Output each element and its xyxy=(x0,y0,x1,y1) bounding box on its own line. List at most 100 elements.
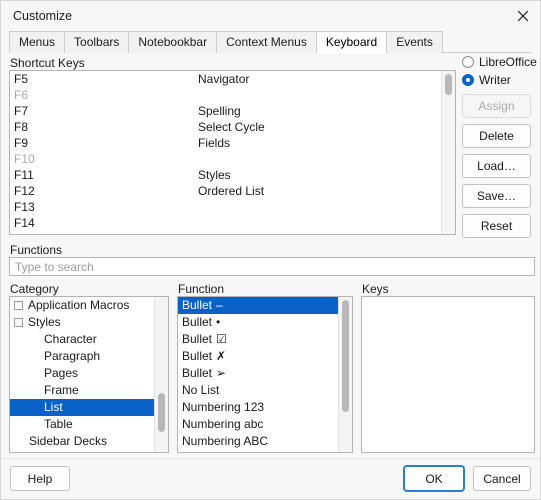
category-row[interactable]: Table xyxy=(10,416,155,433)
category-row[interactable]: Paragraph xyxy=(10,348,155,365)
function-row[interactable]: Numbering abc xyxy=(178,416,339,433)
shortcut-row[interactable]: F12 Ordered List xyxy=(10,183,441,199)
shortcut-row[interactable]: F7 Spelling xyxy=(10,103,441,119)
shortcut-key: F11 xyxy=(14,168,34,182)
category-row-label: Styles xyxy=(28,315,61,329)
scrollbar-thumb[interactable] xyxy=(445,74,452,96)
function-bullet-glyph-icon: – xyxy=(216,298,223,312)
radio-libreoffice[interactable]: LibreOffice xyxy=(462,53,537,70)
function-row-label: Bullet xyxy=(182,315,213,329)
function-row-label: Numbering 123 xyxy=(182,400,265,414)
delete-button[interactable]: Delete xyxy=(462,124,531,148)
category-scrollbar[interactable] xyxy=(154,297,168,452)
shortcut-row[interactable]: F13 xyxy=(10,199,441,215)
shortcut-key: F6 xyxy=(14,88,29,102)
radio-mark-icon xyxy=(462,73,474,86)
search-input[interactable] xyxy=(9,257,535,276)
close-icon[interactable] xyxy=(506,1,540,30)
category-row[interactable]: List xyxy=(10,399,155,416)
shortcut-command: Spelling xyxy=(198,104,241,118)
category-row[interactable]: Application Macros xyxy=(10,297,155,314)
function-bullet-glyph-icon: • xyxy=(216,315,221,329)
shortcut-keys-list[interactable]: F5 Navigator F6 F7 Spelling F8 Select Cycle F9 F… xyxy=(9,70,456,235)
shortcut-command xyxy=(198,87,441,103)
keys-label: Keys xyxy=(362,282,389,296)
category-row-label: Paragraph xyxy=(44,349,101,363)
category-row[interactable]: Frame xyxy=(10,382,155,399)
cancel-button[interactable]: Cancel xyxy=(473,466,531,491)
shortcut-command xyxy=(198,199,441,215)
shortcut-row[interactable]: F8 Select Cycle xyxy=(10,119,441,135)
tab-toolbars[interactable]: Toolbars xyxy=(64,31,130,53)
ok-button[interactable]: OK xyxy=(404,466,464,491)
tab-notebookbar[interactable]: Notebookbar xyxy=(128,31,218,53)
scrollbar-thumb[interactable] xyxy=(342,300,349,412)
tab-menus[interactable]: Menus xyxy=(9,31,66,53)
scope-and-actions: LibreOffice Writer Assign Delete Load… S… xyxy=(462,53,537,238)
function-row[interactable]: No List xyxy=(178,382,339,399)
shortcut-row[interactable]: F9 Fields xyxy=(10,135,441,151)
function-row[interactable]: Bullet – xyxy=(178,297,339,314)
function-rows: Bullet – Bullet • Bullet ☑ Bullet ✗ Bullet ➢ No Li… xyxy=(178,297,339,452)
shortcut-key: F5 xyxy=(14,72,29,86)
category-row-label: List xyxy=(44,400,63,414)
category-row-label: Table xyxy=(44,417,73,431)
keys-rows xyxy=(362,297,521,452)
shortcut-keys-rows: F5 Navigator F6 F7 Spelling F8 Select Cycle F9 F… xyxy=(10,71,441,234)
shortcut-command: Select Cycle xyxy=(198,120,265,134)
function-row[interactable]: Numbering ABC xyxy=(178,433,339,450)
category-label: Category xyxy=(10,282,59,296)
load-button[interactable]: Load… xyxy=(462,154,531,178)
category-row[interactable]: Character xyxy=(10,331,155,348)
function-row[interactable]: Numbering 123 xyxy=(178,399,339,416)
shortcut-key: F10 xyxy=(14,152,35,166)
shortcut-row[interactable]: F6 xyxy=(10,87,441,103)
customize-dialog: Customize Menus Toolbars Notebookbar Con… xyxy=(0,0,541,500)
shortcut-key: F12 xyxy=(14,184,35,198)
tab-keyboard[interactable]: Keyboard xyxy=(315,31,388,54)
tree-expander-icon[interactable] xyxy=(14,301,23,310)
radio-writer-label: Writer xyxy=(479,72,511,87)
function-list[interactable]: Bullet – Bullet • Bullet ☑ Bullet ✗ Bullet ➢ No Li… xyxy=(177,296,353,453)
category-list[interactable]: Application Macros Styles Character Paragra… xyxy=(9,296,169,453)
assign-button[interactable]: Assign xyxy=(462,94,531,118)
scrollbar-thumb[interactable] xyxy=(158,393,165,432)
save-button[interactable]: Save… xyxy=(462,184,531,208)
tab-events[interactable]: Events xyxy=(386,31,443,53)
shortcut-row[interactable]: F14 xyxy=(10,215,441,231)
shortcut-row[interactable]: F5 Navigator xyxy=(10,71,441,87)
function-row[interactable]: Bullet ✗ xyxy=(178,348,339,365)
category-row[interactable]: Pages xyxy=(10,365,155,382)
shortcut-keys-label: Shortcut Keys xyxy=(10,56,85,70)
reset-button[interactable]: Reset xyxy=(462,214,531,238)
function-bullet-glyph-icon: ➢ xyxy=(216,366,227,380)
dialog-footer: Help OK Cancel xyxy=(1,458,540,499)
shortcut-command xyxy=(198,151,441,167)
function-bullet-glyph-icon: ✗ xyxy=(216,349,227,363)
function-row-label: No List xyxy=(182,383,220,397)
keys-list[interactable] xyxy=(361,296,535,453)
function-row[interactable]: Bullet ☑ xyxy=(178,331,339,348)
function-row[interactable]: Bullet • xyxy=(178,314,339,331)
tab-context-menus[interactable]: Context Menus xyxy=(216,31,317,53)
shortcut-keys-scrollbar[interactable] xyxy=(441,71,455,234)
function-row[interactable]: Bullet ➢ xyxy=(178,365,339,382)
radio-libreoffice-label: LibreOffice xyxy=(479,54,537,69)
shortcut-row[interactable]: F10 xyxy=(10,151,441,167)
function-bullet-glyph-icon: ☑ xyxy=(216,332,227,346)
shortcut-command xyxy=(198,215,441,231)
function-scrollbar[interactable] xyxy=(338,297,352,452)
title-bar: Customize xyxy=(1,1,540,30)
category-row[interactable]: Styles xyxy=(10,314,155,331)
radio-writer[interactable]: Writer xyxy=(462,71,536,88)
function-label: Function xyxy=(178,282,225,296)
help-button[interactable]: Help xyxy=(10,466,70,491)
shortcut-command: Fields xyxy=(198,136,231,150)
tree-expander-icon[interactable] xyxy=(14,318,23,327)
radio-mark-icon xyxy=(462,55,474,68)
category-row-label: Frame xyxy=(44,383,79,397)
category-row[interactable]: Sidebar Decks xyxy=(10,433,155,450)
function-row-label: Bullet xyxy=(182,349,213,363)
shortcut-row[interactable]: F11 Styles xyxy=(10,167,441,183)
tab-bar: Menus Toolbars Notebookbar Context Menus… xyxy=(1,30,540,54)
